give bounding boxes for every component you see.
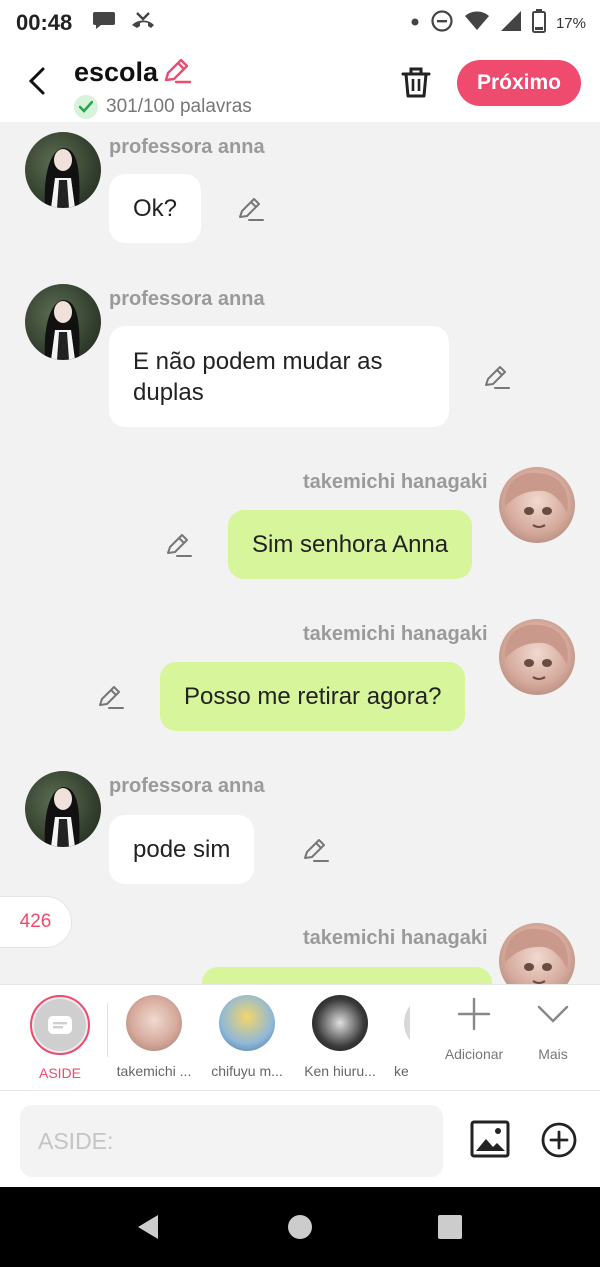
more-button[interactable]: Mais xyxy=(513,997,593,1062)
message-bubble[interactable]: E não podem mudar as duplas xyxy=(109,326,449,427)
delete-button[interactable] xyxy=(398,64,434,100)
more-label: Mais xyxy=(538,1046,568,1062)
aside-icon xyxy=(48,1016,72,1034)
wifi-icon xyxy=(464,10,490,37)
header: escola 301/100 palavras Próximo xyxy=(0,46,600,122)
character-avatar xyxy=(219,995,275,1051)
image-icon xyxy=(470,1120,510,1158)
message-bubble[interactable]: Ok? xyxy=(109,174,202,243)
avatar-professora-anna[interactable] xyxy=(25,284,101,360)
chevron-left-icon xyxy=(28,67,45,95)
message-input[interactable] xyxy=(20,1105,443,1177)
circle-home-icon xyxy=(288,1215,312,1239)
recents-nav-button[interactable] xyxy=(434,1211,466,1243)
chat-notification-icon xyxy=(92,10,116,37)
story-title[interactable]: escola xyxy=(74,57,158,88)
dnd-icon xyxy=(430,9,454,38)
home-nav-button[interactable] xyxy=(284,1211,316,1243)
check-icon xyxy=(74,95,98,119)
aside-label: ASIDE xyxy=(38,1065,81,1081)
sender-name: professora anna xyxy=(109,288,265,310)
avatar-takemichi-hanagaki[interactable] xyxy=(499,923,575,984)
trash-icon xyxy=(401,67,431,98)
add-button[interactable] xyxy=(540,1121,578,1159)
sender-name: takemichi hanagaki xyxy=(303,471,488,493)
chevron-down-icon xyxy=(537,1005,569,1023)
message-bubble[interactable]: Sim senhora Anna xyxy=(228,510,473,579)
plus-circle-icon xyxy=(541,1122,577,1158)
avatar-professora-anna[interactable] xyxy=(25,132,101,208)
avatar-professora-anna[interactable] xyxy=(25,771,101,847)
input-bar xyxy=(0,1090,600,1187)
character-avatar xyxy=(404,995,410,1051)
add-label: Adicionar xyxy=(444,1046,504,1062)
character-label: takemichi ... xyxy=(116,1063,192,1079)
sender-name: takemichi hanagaki xyxy=(303,927,488,949)
message-bubble[interactable]: Posso me retirar agora? xyxy=(160,662,466,731)
sender-name: takemichi hanagaki xyxy=(303,623,488,645)
edit-message-icon[interactable] xyxy=(237,195,265,223)
character-label: ke xyxy=(394,1063,409,1079)
edit-message-icon[interactable] xyxy=(483,363,511,391)
edit-message-icon[interactable] xyxy=(97,683,125,711)
character-label: Ken hiuru... xyxy=(304,1063,376,1079)
character-takemichi[interactable]: takemichi ... xyxy=(111,995,197,1079)
sender-name: professora anna xyxy=(109,775,265,797)
character-chifuyu[interactable]: chifuyu m... xyxy=(204,995,290,1079)
back-button[interactable] xyxy=(22,66,52,96)
avatar-takemichi-hanagaki[interactable] xyxy=(499,467,575,543)
chat-area[interactable]: professora anna Ok? professora anna E nã… xyxy=(0,122,600,984)
battery-percent: 17% xyxy=(555,14,586,32)
character-portrait-icon xyxy=(44,787,80,847)
avatar-takemichi-hanagaki[interactable] xyxy=(499,619,575,695)
battery-icon xyxy=(531,8,546,38)
character-portrait-icon xyxy=(44,148,80,208)
triangle-back-icon xyxy=(138,1215,158,1239)
status-time: 00:48 xyxy=(16,10,73,35)
character-ken[interactable]: Ken hiuru... xyxy=(297,995,383,1079)
system-nav-bar xyxy=(0,1187,600,1267)
message-bubble[interactable]: pode sim xyxy=(109,815,255,884)
dot-icon xyxy=(410,14,420,32)
missed-call-icon xyxy=(130,10,156,37)
image-button[interactable] xyxy=(470,1119,510,1159)
add-character-button[interactable]: Adicionar xyxy=(434,997,514,1062)
square-recents-icon xyxy=(438,1215,462,1239)
character-portrait-icon xyxy=(504,472,568,528)
character-partial[interactable]: ke xyxy=(380,995,410,1079)
message-counter-badge[interactable]: 426 xyxy=(0,896,72,948)
edit-message-icon[interactable] xyxy=(302,836,330,864)
status-bar: 00:48 17% xyxy=(0,0,600,46)
character-portrait-icon xyxy=(504,928,568,984)
character-portrait-icon xyxy=(44,300,80,360)
character-aside[interactable]: ASIDE xyxy=(17,995,103,1081)
signal-icon xyxy=(500,10,522,37)
edit-title-icon[interactable] xyxy=(162,56,192,89)
plus-icon xyxy=(457,997,491,1031)
back-nav-button[interactable] xyxy=(132,1211,164,1243)
next-button[interactable]: Próximo xyxy=(457,60,581,106)
character-bar: ASIDE takemichi ... chifuyu m... Ken hiu… xyxy=(0,984,600,1090)
divider xyxy=(107,1003,108,1057)
word-count: 301/100 palavras xyxy=(106,96,252,117)
edit-message-icon[interactable] xyxy=(165,531,193,559)
message-bubble[interactable] xyxy=(202,967,492,984)
character-avatar xyxy=(312,995,368,1051)
character-label: chifuyu m... xyxy=(211,1063,283,1079)
character-portrait-icon xyxy=(504,624,568,680)
sender-name: professora anna xyxy=(109,136,265,158)
character-avatar xyxy=(126,995,182,1051)
